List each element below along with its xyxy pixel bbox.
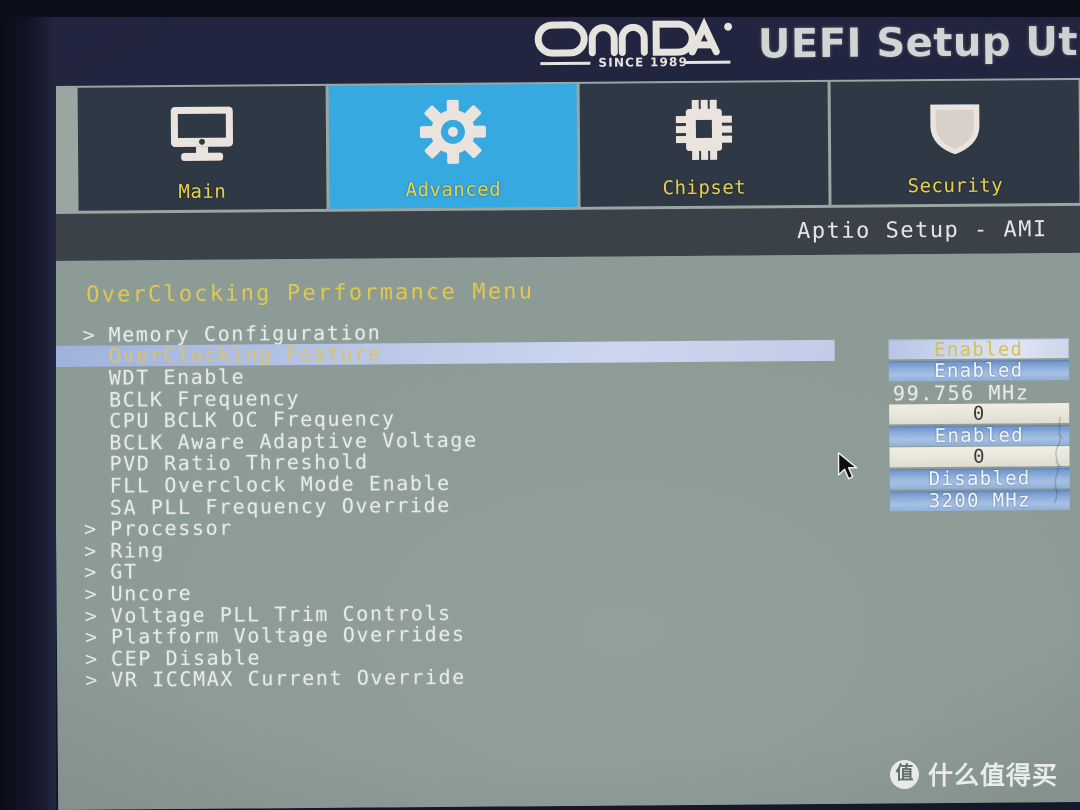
setting-label: Ring xyxy=(110,537,165,563)
setup-content: OverClocking Performance Menu > Memory Co… xyxy=(53,252,1080,810)
submenu-arrow-icon: > xyxy=(83,516,97,541)
aptio-bar: Aptio Setup - AMI xyxy=(53,205,1080,261)
submenu-arrow-icon: > xyxy=(84,559,97,585)
title-bar: SINCE 1989 UEFI Setup Uti xyxy=(52,5,1080,86)
setting-label: VR ICCMAX Current Override xyxy=(111,665,466,692)
setting-value-dropdown[interactable]: Enabled xyxy=(889,425,1070,447)
tab-security[interactable]: Security xyxy=(830,79,1080,205)
tab-chipset-label: Chipset xyxy=(662,176,747,200)
smzdm-badge-icon: 值 xyxy=(889,759,919,789)
setting-value-zone: 99.756 MHz xyxy=(889,379,1069,405)
submenu-arrow-icon: > xyxy=(84,581,97,606)
submenu-arrow-icon: > xyxy=(82,322,95,347)
tab-security-label: Security xyxy=(907,174,1004,198)
shield-icon xyxy=(831,80,1080,176)
setting-label: GT xyxy=(110,559,138,584)
submenu-arrow-icon: > xyxy=(84,646,98,671)
tab-main-label: Main xyxy=(178,180,227,204)
monitor-icon xyxy=(78,86,327,182)
tab-main[interactable]: Main xyxy=(77,85,327,211)
brand-area: SINCE 1989 UEFI Setup Uti xyxy=(532,15,1080,73)
setting-value-dropdown[interactable]: Enabled xyxy=(888,338,1069,361)
settings-list: > Memory Configuration OverClocking Featur… xyxy=(54,316,1080,693)
setting-label: Processor xyxy=(109,515,233,541)
setting-value-zone: 0 xyxy=(889,402,1070,425)
submenu-arrow-icon: > xyxy=(84,624,98,649)
setting-value-zone: Enabled xyxy=(888,359,1069,383)
setting-value-zone: 0 xyxy=(889,446,1070,469)
submenu-arrow-icon: > xyxy=(84,603,97,628)
uefi-screen: SINCE 1989 UEFI Setup Uti Main Advanced … xyxy=(52,5,1080,810)
setting-value-dropdown[interactable]: Enabled xyxy=(888,360,1069,383)
tab-chipset[interactable]: Chipset xyxy=(579,81,829,207)
setting-value-input[interactable]: 0 xyxy=(889,403,1070,425)
gear-icon xyxy=(329,84,578,180)
svg-text:SINCE 1989: SINCE 1989 xyxy=(598,55,688,70)
smzdm-watermark: 值 什么值得买 xyxy=(889,756,1058,792)
monitor-photo: SINCE 1989 UEFI Setup Uti Main Advanced … xyxy=(0,0,1080,810)
smzdm-watermark-text: 什么值得买 xyxy=(927,761,1058,790)
submenu-arrow-icon: > xyxy=(84,538,97,563)
aptio-setup-label: Aptio Setup - AMI xyxy=(796,217,1048,245)
tab-advanced[interactable]: Advanced xyxy=(328,83,578,209)
setting-value-zone: Enabled xyxy=(888,338,1069,361)
app-title: UEFI Setup Uti xyxy=(757,18,1080,68)
setting-value-zone: Disabled xyxy=(889,467,1070,491)
tab-bar: Main Advanced Chipset Security xyxy=(52,77,1080,214)
setting-value-zone: Enabled xyxy=(889,424,1070,447)
setting-value-input[interactable]: 0 xyxy=(889,446,1070,468)
submenu-arrow-icon: > xyxy=(85,667,98,693)
setting-value-dropdown[interactable]: Disabled xyxy=(889,468,1070,491)
monitor-bezel-top xyxy=(0,0,1080,17)
onda-logo: SINCE 1989 xyxy=(532,17,742,74)
monitor-bezel-left xyxy=(0,0,56,810)
tab-advanced-label: Advanced xyxy=(405,178,502,202)
setting-value-zone: 3200 MHz xyxy=(889,489,1070,512)
chip-icon xyxy=(580,82,829,178)
setting-value-text: 99.756 MHz xyxy=(892,379,1030,405)
page-title: OverClocking Performance Menu xyxy=(86,279,535,308)
setting-label-zone: > VR ICCMAX Current Override xyxy=(57,663,837,693)
setting-value-dropdown[interactable]: 3200 MHz xyxy=(889,489,1070,512)
